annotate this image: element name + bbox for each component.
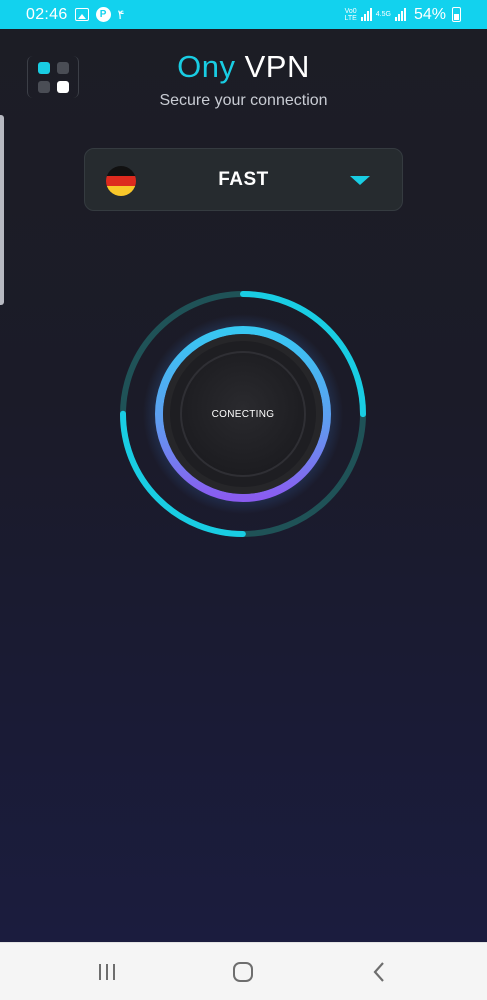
- recents-button[interactable]: [72, 943, 142, 1000]
- battery-icon: [452, 7, 461, 22]
- home-icon: [233, 962, 253, 982]
- home-button[interactable]: [208, 943, 278, 1000]
- status-bar: 02:46 P ۴ Vo0 LTE 4.5G 54%: [0, 0, 487, 29]
- signal-icon: [360, 8, 372, 21]
- side-panel-handle[interactable]: [0, 115, 4, 305]
- status-extra: ۴: [117, 6, 125, 22]
- back-icon: [373, 962, 384, 982]
- app-title-accent: Ony: [177, 49, 236, 84]
- network-type-indicator: 4.5G: [375, 11, 391, 18]
- gallery-notification-icon: [74, 8, 89, 21]
- navigation-bar: [0, 942, 487, 1000]
- app-title: Ony VPN: [0, 49, 487, 85]
- app-subtitle: Secure your connection: [159, 92, 328, 109]
- app-screen: Ony VPN Secure your connection FAST CONE…: [0, 29, 487, 942]
- app-title-plain: VPN: [244, 49, 310, 84]
- p-notification-icon: P: [95, 7, 111, 22]
- volte-indicator: Vo0 LTE: [344, 7, 357, 22]
- status-time: 02:46: [26, 5, 68, 23]
- back-button[interactable]: [344, 943, 414, 1000]
- connect-status-label: CONECTING: [211, 408, 275, 420]
- signal-icon-2: [394, 8, 406, 21]
- recents-icon: [99, 964, 115, 980]
- connect-button[interactable]: CONECTING: [117, 288, 369, 540]
- battery-percent: 54%: [413, 5, 446, 23]
- dropdown-arrow-icon: [350, 176, 370, 185]
- server-select[interactable]: FAST: [84, 148, 403, 211]
